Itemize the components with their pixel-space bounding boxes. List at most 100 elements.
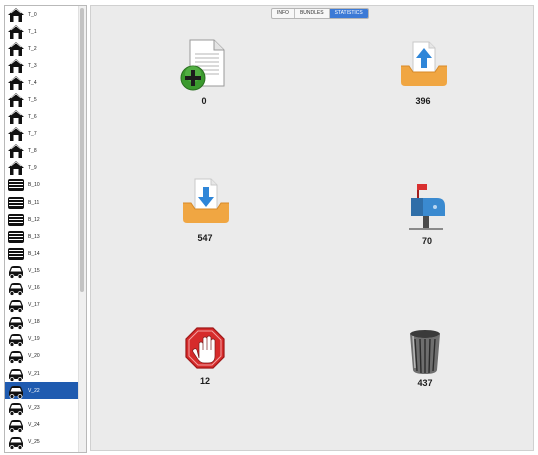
node-label: T_4 — [28, 79, 37, 86]
stat-received-value: 547 — [197, 233, 213, 243]
node-label: V_17 — [28, 302, 40, 309]
node-list-item[interactable]: T_9 — [5, 160, 79, 177]
node-label: T_0 — [28, 11, 37, 18]
node-label: V_18 — [28, 319, 40, 326]
node-list-item[interactable]: B_10 — [5, 177, 79, 194]
bus-icon — [8, 179, 24, 192]
node-label: V_21 — [28, 370, 40, 377]
house-icon — [8, 93, 24, 108]
house-icon — [8, 110, 24, 125]
car-icon — [9, 385, 23, 399]
node-label: T_3 — [28, 62, 37, 69]
node-label: B_12 — [28, 216, 40, 223]
scrollbar-thumb[interactable] — [80, 8, 84, 292]
house-icon — [8, 7, 24, 22]
node-label: V_24 — [28, 421, 40, 428]
car-icon — [9, 419, 23, 433]
node-label: B_14 — [28, 250, 40, 257]
node-label: T_6 — [28, 114, 37, 121]
node-label: V_23 — [28, 404, 40, 411]
mailbox-icon — [409, 184, 445, 230]
node-list-item[interactable]: V_15 — [5, 262, 79, 279]
stat-aborted-value: 12 — [199, 376, 210, 386]
main-panel: INFO BUNDLES STATISTICS 0 396 547 70 12 … — [90, 5, 534, 451]
node-label: V_25 — [28, 438, 40, 445]
tab-bar: INFO BUNDLES STATISTICS — [271, 8, 369, 19]
car-icon — [9, 368, 23, 382]
bus-icon — [8, 247, 24, 260]
house-icon — [8, 144, 24, 159]
node-label: B_13 — [28, 233, 40, 240]
node-list-item[interactable]: T_6 — [5, 109, 79, 126]
trash-can-icon — [410, 330, 440, 374]
node-label: B_10 — [28, 182, 40, 189]
bus-icon — [8, 196, 24, 209]
node-list-item[interactable]: T_0 — [5, 6, 79, 23]
stat-delivered: 70 — [387, 178, 467, 246]
car-icon — [9, 334, 23, 348]
bus-icon — [8, 213, 24, 226]
inbox-download-icon — [183, 178, 229, 223]
sidebar-scrollbar[interactable] — [78, 6, 86, 452]
node-label: V_19 — [28, 336, 40, 343]
node-label: T_2 — [28, 45, 37, 52]
node-list-item[interactable]: V_17 — [5, 297, 79, 314]
house-icon — [8, 58, 24, 73]
house-icon — [8, 24, 24, 39]
node-list-item[interactable]: V_23 — [5, 399, 79, 416]
node-list-item[interactable]: B_11 — [5, 194, 79, 211]
car-icon — [9, 436, 23, 450]
node-list-item[interactable]: V_20 — [5, 348, 79, 365]
node-list-item[interactable]: T_1 — [5, 23, 79, 40]
node-list-item[interactable]: B_14 — [5, 245, 79, 262]
node-list-item[interactable]: T_2 — [5, 40, 79, 57]
car-icon — [9, 351, 23, 365]
node-label: T_7 — [28, 131, 37, 138]
house-icon — [8, 161, 24, 176]
node-label: B_11 — [28, 199, 40, 206]
node-list-item[interactable]: V_18 — [5, 314, 79, 331]
node-label: T_5 — [28, 97, 37, 104]
new-document-icon — [180, 39, 225, 91]
node-label: V_20 — [28, 353, 40, 360]
outbox-upload-icon — [401, 41, 447, 86]
stat-sent-value: 396 — [415, 96, 431, 106]
bus-icon — [8, 230, 24, 243]
node-list-item[interactable]: B_12 — [5, 211, 79, 228]
tab-statistics[interactable]: STATISTICS — [329, 9, 368, 18]
node-label: V_16 — [28, 285, 40, 292]
node-list-item[interactable]: T_7 — [5, 126, 79, 143]
tab-bundles[interactable]: BUNDLES — [295, 9, 330, 18]
stat-sent: 396 — [383, 34, 463, 106]
node-list-item[interactable]: V_24 — [5, 416, 79, 433]
house-icon — [8, 127, 24, 142]
node-list-item[interactable]: V_21 — [5, 365, 79, 382]
node-label: T_9 — [28, 165, 37, 172]
node-list-item[interactable]: V_19 — [5, 331, 79, 348]
node-list-item[interactable]: T_8 — [5, 143, 79, 160]
car-icon — [9, 265, 23, 279]
node-list-item[interactable]: V_22 — [5, 382, 79, 400]
tab-info[interactable]: INFO — [272, 9, 295, 18]
stat-aborted: 12 — [165, 326, 245, 386]
node-list-item[interactable]: V_25 — [5, 433, 79, 450]
stat-created-value: 0 — [201, 96, 207, 106]
stat-dropped: 437 — [385, 328, 465, 388]
node-list-item[interactable]: T_4 — [5, 74, 79, 91]
stat-received: 547 — [165, 171, 245, 243]
stat-dropped-value: 437 — [417, 378, 433, 388]
car-icon — [9, 283, 23, 296]
stat-delivered-value: 70 — [421, 236, 432, 246]
node-list-panel: T_0 T_1 T_2 T_3 T_4 T_5 T_6 T_7 T_8 T_9 B_10 B_11 B_… — [4, 5, 87, 453]
node-list-item[interactable]: V_16 — [5, 280, 79, 297]
node-list-item[interactable]: T_3 — [5, 57, 79, 74]
car-icon — [9, 300, 23, 314]
house-icon — [8, 75, 24, 90]
node-list-item[interactable]: T_5 — [5, 91, 79, 108]
node-list-item[interactable]: B_13 — [5, 228, 79, 245]
node-list: T_0 T_1 T_2 T_3 T_4 T_5 T_6 T_7 T_8 T_9 B_10 B_11 B_… — [5, 6, 79, 450]
house-icon — [8, 41, 24, 56]
stop-hand-icon — [185, 327, 225, 369]
node-label: V_15 — [28, 267, 40, 274]
node-label: T_8 — [28, 148, 37, 155]
